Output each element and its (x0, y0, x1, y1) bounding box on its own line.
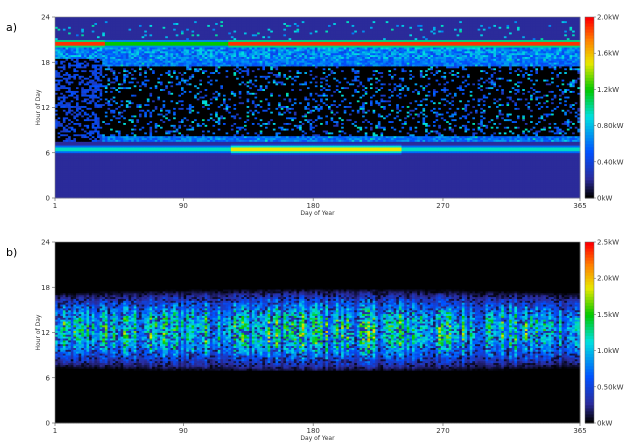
heatmap-cell (81, 17, 84, 19)
heatmap-cell (76, 17, 79, 19)
heatmap-cell (108, 17, 111, 19)
heatmap-cell (131, 17, 134, 19)
heatmap-cell (92, 17, 95, 19)
heatmap-cell (134, 17, 137, 19)
heatmap-cell (60, 17, 63, 19)
heatmap-cell (97, 17, 100, 19)
heatmap-cell (129, 17, 132, 19)
heatmap-figure: a)061218241 90 180 270 365Day of YearHour of… (0, 0, 626, 447)
heatmap-cell (118, 17, 121, 19)
heatmap-cell (121, 17, 124, 19)
heatmap-cell (58, 17, 61, 19)
heatmap-cell (87, 17, 90, 19)
heatmap-cell (126, 17, 129, 19)
heatmap-cell (115, 17, 118, 19)
heatmap-cell (68, 17, 71, 19)
heatmap-cell (94, 17, 97, 19)
heatmap-cell (123, 17, 126, 19)
heatmap-cell (66, 17, 69, 19)
heatmap-cell (71, 17, 74, 19)
heatmap-cell (102, 17, 105, 19)
heatmap-cell (73, 17, 76, 19)
heatmap-cell (89, 17, 92, 19)
heatmap-cell (84, 17, 87, 19)
heatmap-cell (100, 17, 103, 19)
heatmap-cell (110, 17, 113, 19)
heatmap-cell (55, 17, 58, 19)
heatmap-cell (105, 17, 108, 19)
heatmap-cell (113, 17, 116, 19)
heatmap-cell (79, 17, 82, 19)
heatmap-panel-0: a)061218241 90 180 270 365Day of YearHour of… (6, 14, 624, 218)
heatmap-cell (63, 17, 66, 19)
